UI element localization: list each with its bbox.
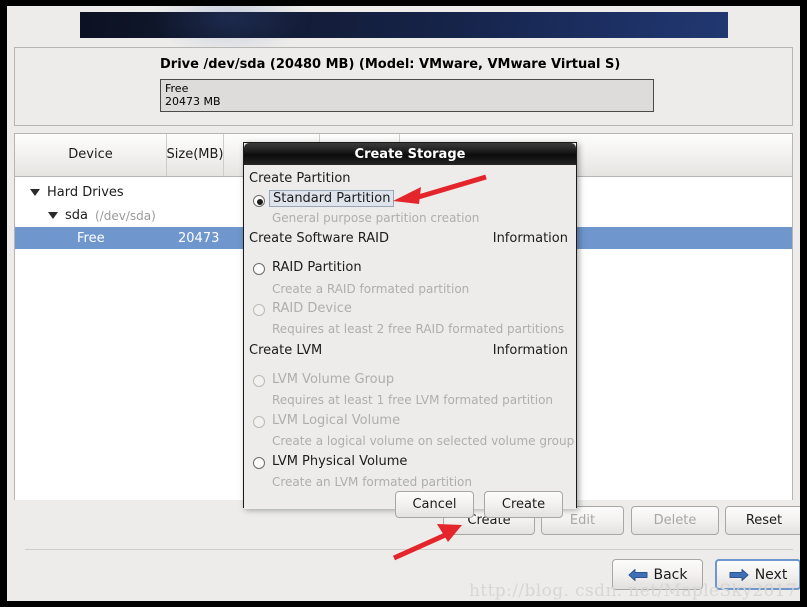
- column-header-size-line2: (MB): [193, 146, 224, 162]
- radio-lvm-volume-group: [253, 375, 265, 387]
- drive-title: Drive /dev/sda (20480 MB) (Model: VMware…: [160, 57, 621, 72]
- tree-label-hard-drives: Hard Drives: [47, 185, 124, 200]
- drive-usage-bar[interactable]: Free 20473 MB: [160, 79, 654, 112]
- option-label-raid-device: RAID Device: [272, 301, 352, 316]
- tree-label-sda-path: (/dev/sda): [95, 208, 156, 223]
- delete-button: Delete: [631, 506, 719, 535]
- option-label-lvm-physical-volume: LVM Physical Volume: [272, 454, 408, 469]
- chevron-down-icon[interactable]: [48, 212, 58, 219]
- chevron-down-icon[interactable]: [30, 189, 40, 196]
- tree-label-free: Free: [77, 230, 105, 246]
- information-link-raid[interactable]: Information: [493, 231, 568, 246]
- column-header-device[interactable]: Device: [15, 134, 167, 176]
- option-label-standard-partition: Standard Partition: [269, 190, 395, 207]
- radio-raid-partition[interactable]: [253, 263, 265, 275]
- information-link-lvm[interactable]: Information: [493, 343, 568, 358]
- divider: [25, 549, 793, 550]
- radio-lvm-physical-volume[interactable]: [253, 457, 265, 469]
- section-header-create-lvm: Create LVM: [249, 343, 323, 358]
- tree-label-sda: sda: [65, 208, 88, 223]
- radio-lvm-logical-volume: [253, 416, 265, 428]
- drive-bar-label: Free: [165, 82, 189, 95]
- column-header-size[interactable]: Size (MB): [167, 134, 224, 176]
- arrow-right-icon: [729, 568, 749, 582]
- cell-free-size: 20473: [178, 230, 220, 246]
- dialog-cancel-button[interactable]: Cancel: [395, 491, 474, 518]
- window-content: Drive /dev/sda (20480 MB) (Model: VMware…: [7, 6, 800, 601]
- radio-raid-device: [253, 304, 265, 316]
- option-label-lvm-volume-group: LVM Volume Group: [272, 372, 395, 387]
- dialog-create-button[interactable]: Create: [484, 491, 563, 518]
- section-header-create-software-raid: Create Software RAID: [249, 231, 390, 246]
- arrow-left-icon: [628, 568, 648, 582]
- dialog-title: Create Storage: [354, 146, 466, 162]
- header-banner: [80, 6, 728, 58]
- option-desc-standard-partition: General purpose partition creation: [272, 211, 480, 225]
- reset-button[interactable]: Reset: [725, 506, 800, 535]
- dialog-titlebar: Create Storage: [244, 143, 576, 165]
- option-label-raid-partition: RAID Partition: [272, 260, 362, 275]
- option-desc-raid-partition: Create a RAID formated partition: [272, 282, 470, 296]
- option-desc-lvm-physical-volume: Create an LVM formated partition: [272, 475, 472, 489]
- column-header-size-line1: Size: [166, 146, 194, 162]
- create-storage-dialog: Create Storage Create Partition Standard…: [243, 142, 577, 518]
- drive-info-panel: Drive /dev/sda (20480 MB) (Model: VMware…: [14, 47, 793, 126]
- installer-window: Drive /dev/sda (20480 MB) (Model: VMware…: [0, 0, 807, 607]
- dialog-body: Create Partition Standard Partition Gene…: [244, 165, 576, 518]
- option-desc-lvm-logical-volume: Create a logical volume on selected volu…: [272, 434, 575, 448]
- option-label-lvm-logical-volume: LVM Logical Volume: [272, 413, 401, 428]
- option-desc-raid-device: Requires at least 2 free RAID formated p…: [272, 322, 565, 336]
- option-desc-lvm-volume-group: Requires at least 1 free LVM formated pa…: [272, 393, 554, 407]
- radio-standard-partition[interactable]: [253, 195, 265, 207]
- drive-bar-size: 20473 MB: [165, 95, 221, 108]
- section-header-create-partition: Create Partition: [249, 171, 351, 186]
- watermark-text: http://blog. csdn. net/MapleSky2017: [469, 581, 798, 601]
